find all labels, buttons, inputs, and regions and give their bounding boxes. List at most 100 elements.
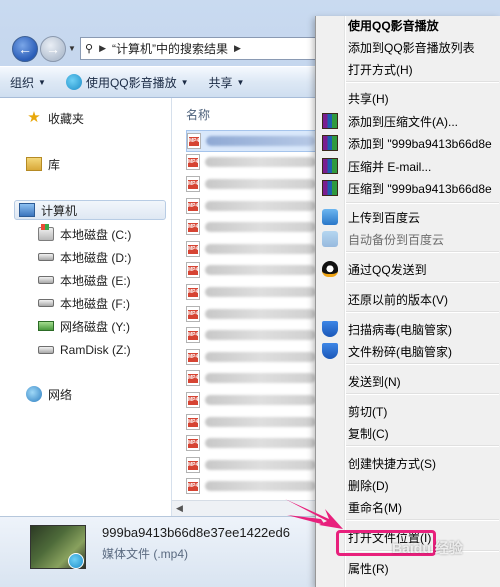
- recent-pages-button[interactable]: ▼: [68, 44, 76, 54]
- details-file-name: 999ba9413b66d8e37ee1422ed6: [102, 525, 290, 540]
- blurred-file-name: [205, 416, 316, 427]
- mp4-file-icon: [186, 370, 200, 387]
- file-row[interactable]: [186, 130, 316, 152]
- file-row[interactable]: [186, 238, 316, 260]
- context-menu-item[interactable]: 复制(C): [318, 422, 499, 444]
- nav-drive-e[interactable]: 本地磁盘 (E:): [38, 270, 131, 290]
- blurred-file-name: [205, 157, 316, 168]
- breadcrumb-dropdown-icon[interactable]: ▶: [234, 43, 241, 54]
- play-with-qq-player-button[interactable]: 使用QQ影音播放 ▼: [56, 70, 199, 94]
- file-row[interactable]: [186, 260, 316, 282]
- context-menu-item[interactable]: 使用QQ影音播放: [318, 14, 499, 36]
- nav-drive-c[interactable]: 本地磁盘 (C:): [38, 224, 131, 244]
- context-menu-item[interactable]: 添加到压缩文件(A)...: [318, 110, 499, 132]
- context-menu-item[interactable]: 还原以前的版本(V): [318, 288, 499, 310]
- mp4-file-icon: [186, 240, 200, 257]
- context-menu-item[interactable]: 属性(R): [318, 557, 499, 579]
- file-row[interactable]: [186, 411, 316, 433]
- drive-icon: [38, 346, 54, 354]
- file-pane: 名称 ◀: [172, 98, 316, 516]
- nav-drive-d[interactable]: 本地磁盘 (D:): [38, 247, 131, 267]
- back-button[interactable]: ←: [12, 36, 38, 62]
- file-row[interactable]: [186, 389, 316, 411]
- context-menu-item-label: 压缩到 "999ba9413b66d8e: [348, 181, 492, 196]
- nav-computer[interactable]: 计算机: [14, 200, 166, 220]
- file-row[interactable]: [186, 368, 316, 390]
- context-menu-item[interactable]: 打开文件位置(I): [318, 526, 499, 548]
- menu-separator: [346, 393, 499, 395]
- baidu-cloud-icon: [322, 209, 338, 225]
- tencent-shield-icon: [322, 343, 338, 359]
- file-row[interactable]: [186, 173, 316, 195]
- horizontal-scrollbar[interactable]: ◀: [172, 500, 315, 516]
- file-row[interactable]: [186, 432, 316, 454]
- blurred-file-name: [205, 351, 316, 362]
- file-row[interactable]: [186, 195, 316, 217]
- context-menu-item[interactable]: 通过QQ发送到: [318, 258, 499, 280]
- context-menu-item[interactable]: 扫描病毒(电脑管家): [318, 318, 499, 340]
- blurred-file-name: [205, 373, 316, 384]
- file-row[interactable]: [186, 303, 316, 325]
- blurred-file-name: [205, 286, 316, 297]
- address-bar[interactable]: ⚲ ▶ “计算机”中的搜索结果 ▶: [80, 37, 320, 60]
- nav-drive-y[interactable]: 网络磁盘 (Y:): [38, 316, 130, 336]
- context-menu-item[interactable]: 压缩并 E-mail...: [318, 155, 499, 177]
- file-row[interactable]: [186, 216, 316, 238]
- context-menu-item-label: 发送到(N): [348, 374, 401, 389]
- context-menu-item[interactable]: 删除(D): [318, 474, 499, 496]
- nav-drive-f[interactable]: 本地磁盘 (F:): [38, 293, 130, 313]
- system-drive-icon: [38, 224, 54, 241]
- winrar-icon: [322, 135, 338, 151]
- menu-separator: [346, 81, 499, 83]
- mp4-file-icon: [187, 132, 201, 149]
- file-row[interactable]: [186, 152, 316, 174]
- organize-button[interactable]: 组织 ▼: [0, 70, 56, 94]
- blurred-file-name: [205, 308, 316, 319]
- file-row[interactable]: [186, 324, 316, 346]
- chevron-down-icon: ▼: [180, 77, 189, 87]
- mp4-file-icon: [186, 435, 200, 452]
- forward-button[interactable]: →: [40, 36, 66, 62]
- file-row[interactable]: [186, 281, 316, 303]
- context-menu-item[interactable]: 发送到(N): [318, 370, 499, 392]
- drive-icon: [38, 299, 54, 307]
- context-menu-item[interactable]: 创建快捷方式(S): [318, 452, 499, 474]
- nav-network[interactable]: 网络: [26, 384, 72, 404]
- column-header-name[interactable]: 名称: [186, 106, 210, 123]
- context-menu: 使用QQ影音播放 添加到QQ影音播放列表打开方式(H) 共享(H) 添加到压缩文件(A…: [315, 16, 500, 587]
- file-row[interactable]: [186, 454, 316, 476]
- mp4-file-icon: [186, 413, 200, 430]
- context-menu-item-label: 共享(H): [348, 91, 389, 106]
- details-file-type: 媒体文件 (.mp4): [102, 547, 189, 561]
- star-icon: ★: [27, 109, 41, 126]
- context-menu-item-label: 通过QQ发送到: [348, 262, 427, 277]
- file-row[interactable]: [186, 476, 316, 498]
- share-button[interactable]: 共享 ▼: [199, 70, 255, 94]
- scroll-left-icon[interactable]: ◀: [176, 503, 183, 514]
- context-menu-item-label: 打开方式(H): [348, 62, 413, 77]
- nav-drive-z[interactable]: RamDisk (Z:): [38, 340, 131, 360]
- context-menu-item[interactable]: 剪切(T): [318, 400, 499, 422]
- context-menu-item[interactable]: 上传到百度云: [318, 206, 499, 228]
- nav-libraries[interactable]: 库: [26, 154, 60, 174]
- blurred-file-name: [205, 394, 316, 405]
- context-menu-item[interactable]: 文件粉碎(电脑管家): [318, 340, 499, 362]
- nav-favorites[interactable]: ★ 收藏夹: [26, 108, 84, 128]
- context-menu-item[interactable]: 添加到QQ影音播放列表: [318, 36, 499, 58]
- qq-player-icon: [68, 553, 84, 569]
- file-row[interactable]: [186, 346, 316, 368]
- menu-separator: [346, 281, 499, 283]
- menu-separator: [346, 311, 499, 313]
- menu-separator: [346, 202, 499, 204]
- menu-separator: [346, 251, 499, 253]
- context-menu-item-label: 剪切(T): [348, 404, 388, 419]
- context-menu-item[interactable]: 共享(H): [318, 87, 499, 109]
- context-menu-item[interactable]: 重命名(M): [318, 496, 499, 518]
- blurred-file-name: [205, 481, 316, 492]
- context-menu-item[interactable]: 压缩到 "999ba9413b66d8e: [318, 177, 499, 199]
- menu-separator: [346, 363, 499, 365]
- breadcrumb-search-results[interactable]: “计算机”中的搜索结果: [112, 40, 228, 57]
- context-menu-item[interactable]: 添加到 "999ba9413b66d8e: [318, 132, 499, 154]
- context-menu-item[interactable]: 打开方式(H): [318, 58, 499, 80]
- chevron-down-icon: ▼: [38, 77, 46, 87]
